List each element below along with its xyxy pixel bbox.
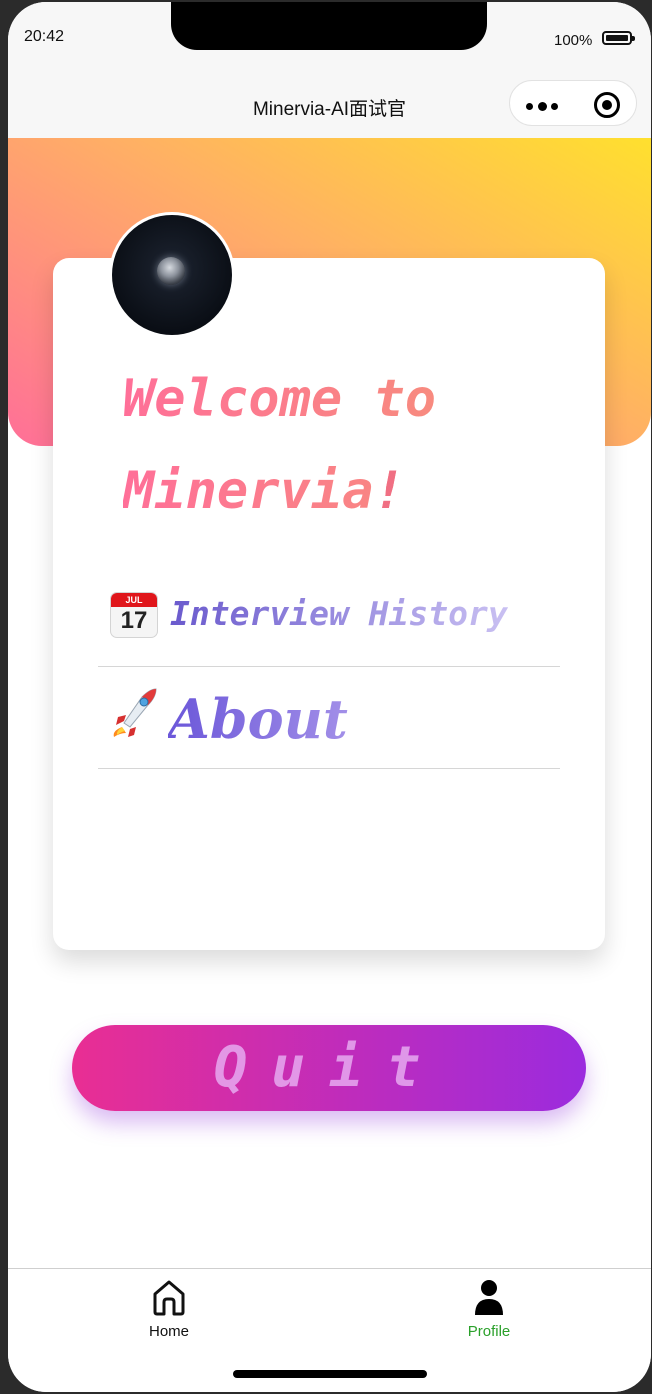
exclamation-mark: ! (373, 461, 405, 521)
quit-button[interactable]: Quit (72, 1025, 586, 1111)
menu-item-about[interactable]: About (98, 667, 560, 769)
menu-item-interview-history[interactable]: JUL 17 Interview History (98, 586, 560, 667)
rocket-icon (113, 688, 157, 737)
profile-card: Welcome to Minervia! JUL 17 Interview Hi… (53, 258, 605, 950)
tab-profile[interactable]: Profile (429, 1277, 549, 1347)
battery-percent: 100% (554, 32, 593, 49)
device-notch (171, 2, 487, 50)
phone-screen: 20:42 100% Minervia-AI面试官 Welcome to Min… (8, 2, 651, 1392)
target-icon[interactable] (594, 92, 620, 118)
avatar[interactable] (109, 212, 235, 338)
capsule-divider (574, 93, 575, 115)
calendar-icon: JUL 17 (110, 592, 158, 638)
interview-history-label: Interview History (170, 594, 508, 633)
about-label: About (168, 687, 348, 751)
tab-home-label: Home (148, 1323, 189, 1340)
mini-program-capsule (509, 80, 637, 126)
tab-profile-label: Profile (467, 1323, 511, 1340)
welcome-line-1: Welcome to (123, 369, 437, 429)
nav-bar: Minervia-AI面试官 (8, 72, 651, 138)
status-time: 20:42 (24, 28, 65, 45)
home-icon (153, 1280, 185, 1316)
battery-icon (602, 31, 635, 45)
avatar-image (112, 215, 232, 335)
app-name: Minervia (123, 461, 374, 521)
tab-home[interactable]: Home (109, 1277, 229, 1347)
person-icon (475, 1280, 503, 1315)
welcome-heading: Welcome to Minervia! (123, 353, 543, 537)
calendar-month: JUL (111, 593, 157, 607)
home-indicator (233, 1370, 427, 1378)
calendar-day: 17 (120, 607, 148, 634)
ellipsis-icon[interactable] (526, 102, 560, 111)
moon-icon (157, 257, 185, 285)
quit-label: Quit (213, 1035, 445, 1100)
welcome-line-2: Minervia! (123, 445, 543, 537)
